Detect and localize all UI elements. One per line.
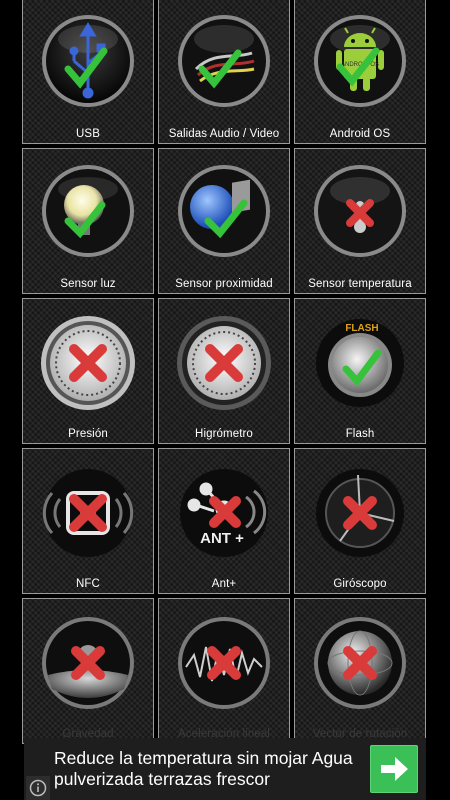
tile-presion[interactable]: Presión [22,298,154,444]
tile-higrometro[interactable]: Higrómetro [158,298,290,444]
gyroscope-icon [316,469,404,557]
tile-label: Sensor luz [60,278,116,290]
usb-icon [42,15,134,107]
ad-info-button[interactable] [26,776,50,800]
tile-aceleracion-lineal[interactable]: Aceleración lineal [158,598,290,744]
tile-label: Giróscopo [333,578,387,590]
light-bulb-icon [42,165,134,257]
linear-acceleration-wave-icon [178,617,270,709]
tile-label: Higrómetro [195,428,253,440]
tile-label: NFC [76,578,100,590]
flash-icon: FLASH [316,319,404,407]
tile-audio-video[interactable]: Salidas Audio / Video [158,0,290,144]
tile-android-os[interactable]: ANDROID OS Android OS [294,0,426,144]
nfc-icon: N [42,469,134,557]
ad-banner[interactable]: Reduce la temperatura sin mojar Agua pul… [24,738,426,800]
tile-ant-plus[interactable]: ANT + Ant+ [158,448,290,594]
barometer-gauge-icon [41,316,135,410]
android-robot-icon: ANDROID OS [314,15,406,107]
ant-badge: ANT + [200,530,244,547]
tile-usb[interactable]: USB [22,0,154,144]
thermometer-icon [314,165,406,257]
tile-sensor-temperatura[interactable]: Sensor temperatura [294,148,426,294]
arrow-right-icon [381,757,408,781]
rotation-globe-icon [314,617,406,709]
tile-label: Presión [68,428,108,440]
ad-text[interactable]: Reduce la temperatura sin mojar Agua pul… [54,748,364,790]
tile-sensor-luz[interactable]: Sensor luz [22,148,154,294]
tile-sensor-proximidad[interactable]: Sensor proximidad [158,148,290,294]
tile-label: Flash [345,428,375,440]
tile-gravedad[interactable]: Gravedad [22,598,154,744]
proximity-sensor-icon [178,165,270,257]
ant-plus-icon: ANT + [180,469,268,557]
flash-badge: FLASH [345,323,378,334]
tile-label: Ant+ [211,578,237,590]
info-icon [29,779,47,797]
tile-label: Android OS [329,128,391,140]
tile-giroscopo[interactable]: Giróscopo [294,448,426,594]
tile-label: Sensor temperatura [308,278,412,290]
tile-vector-rotacion[interactable]: Vector de rotación [294,598,426,744]
ad-arrow-button[interactable] [370,745,418,793]
tile-flash[interactable]: FLASH Flash [294,298,426,444]
tile-label: Salidas Audio / Video [168,128,280,140]
hygrometer-gauge-icon [177,316,271,410]
tile-label: USB [76,128,100,140]
tile-nfc[interactable]: N NFC [22,448,154,594]
audio-video-cable-icon [178,15,270,107]
gravity-earth-icon [42,617,134,709]
sensor-grid: USB Salidas Audio / Video ANDROID OS And… [22,0,428,744]
tile-label: Sensor proximidad [175,278,273,290]
